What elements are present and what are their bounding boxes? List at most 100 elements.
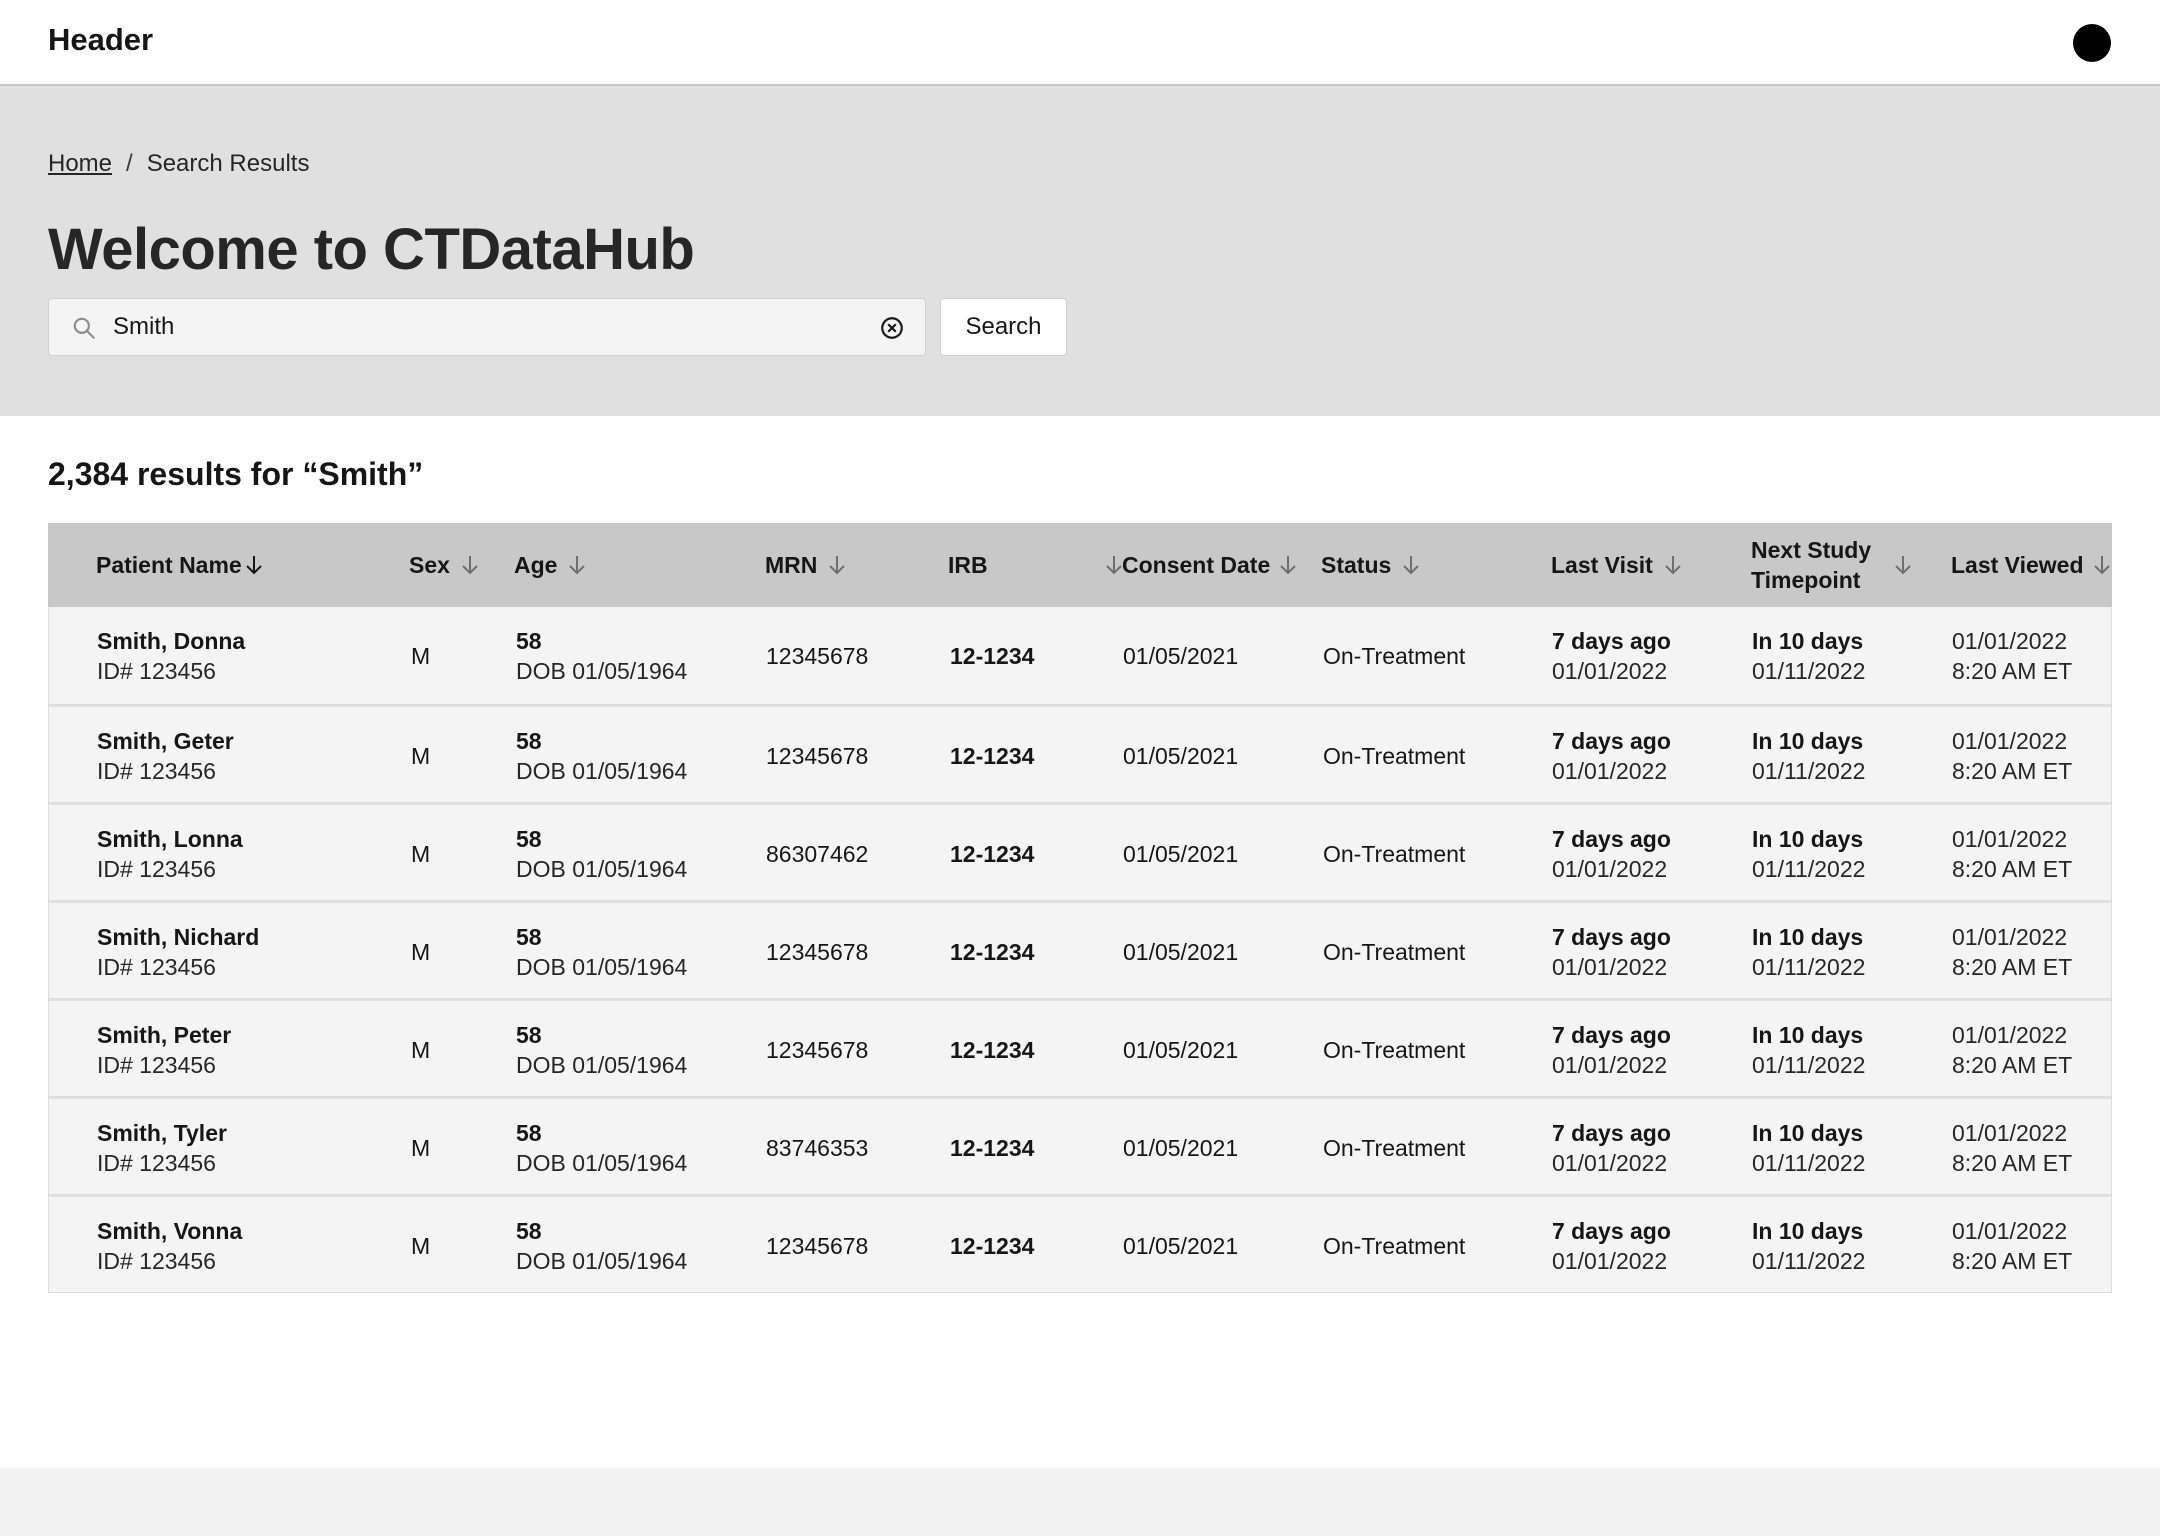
- hero-section: Home / Search Results Welcome to CTDataH…: [0, 86, 2160, 416]
- next-timepoint-date: 01/11/2022: [1752, 1052, 1866, 1078]
- patient-name[interactable]: Smith, Peter: [97, 1020, 231, 1050]
- sort-arrow-down-icon: [829, 556, 846, 575]
- cell-last-viewed: 01/01/2022 8:20 AM ET: [1952, 707, 2072, 805]
- table-row[interactable]: Smith, Vonna ID# 123456 M 58 DOB 01/05/1…: [48, 1195, 2112, 1293]
- column-header-last-viewed[interactable]: Last Viewed: [1951, 523, 2112, 607]
- cell-last-visit: 7 days ago 01/01/2022: [1552, 1001, 1671, 1099]
- column-header-patient-name[interactable]: Patient Name: [96, 523, 264, 607]
- cell-last-visit: 7 days ago 01/01/2022: [1552, 903, 1671, 1001]
- last-visit-date: 01/01/2022: [1552, 1052, 1668, 1078]
- cell-mrn: 12345678: [766, 1001, 868, 1099]
- avatar[interactable]: [2073, 24, 2111, 62]
- breadcrumb-separator: /: [126, 150, 133, 177]
- patient-age: 58: [516, 728, 542, 754]
- patient-name[interactable]: Smith, Vonna: [97, 1216, 242, 1246]
- last-visit-date: 01/01/2022: [1552, 1248, 1668, 1274]
- next-timepoint-date: 01/11/2022: [1752, 954, 1866, 980]
- search-input[interactable]: [113, 299, 863, 355]
- sort-arrow-down-icon: [1403, 556, 1420, 575]
- table-header: Patient Name Sex Age MRN IRB Consent Dat…: [48, 523, 2112, 607]
- column-header-sex[interactable]: Sex: [409, 523, 480, 607]
- consent-date: 01/05/2021: [1123, 743, 1239, 769]
- column-header-consent-date[interactable]: Consent Date: [1122, 523, 1298, 607]
- cell-mrn: 12345678: [766, 1197, 868, 1295]
- patient-dob: DOB 01/05/1964: [516, 954, 688, 980]
- cell-status: On-Treatment: [1323, 607, 1465, 705]
- patient-name[interactable]: Smith, Tyler: [97, 1118, 227, 1148]
- search-field[interactable]: [48, 298, 926, 356]
- cell-patient-name[interactable]: Smith, Lonna ID# 123456: [97, 805, 243, 903]
- cell-next-study-timepoint: In 10 days 01/11/2022: [1752, 1001, 1865, 1099]
- cell-sex: M: [411, 805, 430, 903]
- cell-last-viewed: 01/01/2022 8:20 AM ET: [1952, 903, 2072, 1001]
- next-timepoint-relative: In 10 days: [1752, 826, 1864, 852]
- patient-name[interactable]: Smith, Nichard: [97, 922, 259, 952]
- patient-name[interactable]: Smith, Donna: [97, 626, 245, 656]
- header-title: Header: [48, 22, 154, 57]
- cell-sex: M: [411, 903, 430, 1001]
- patient-sex: M: [411, 939, 431, 965]
- column-header-last-visit[interactable]: Last Visit: [1551, 523, 1683, 607]
- cell-patient-name[interactable]: Smith, Peter ID# 123456: [97, 1001, 231, 1099]
- column-label: Last Viewed: [1951, 552, 2084, 578]
- column-header-irb[interactable]: IRB: [948, 523, 1128, 607]
- cell-consent-date: 01/05/2021: [1123, 805, 1238, 903]
- column-label: Consent Date: [1122, 552, 1271, 578]
- patient-irb: 12-1234: [950, 1037, 1035, 1063]
- table-row[interactable]: Smith, Nichard ID# 123456 M 58 DOB 01/05…: [48, 901, 2112, 999]
- cell-age: 58 DOB 01/05/1964: [516, 1197, 687, 1295]
- patient-mrn: 12345678: [766, 1233, 869, 1259]
- last-viewed-date: 01/01/2022: [1952, 628, 2068, 654]
- cell-irb: 12-1234: [950, 607, 1034, 705]
- table-body: Smith, Donna ID# 123456 M 58 DOB 01/05/1…: [48, 607, 2112, 1293]
- table-row[interactable]: Smith, Geter ID# 123456 M 58 DOB 01/05/1…: [48, 705, 2112, 803]
- column-label: Patient Name: [96, 552, 242, 578]
- clear-circle-icon[interactable]: [879, 315, 905, 341]
- last-viewed-date: 01/01/2022: [1952, 1218, 2068, 1244]
- patient-id: ID# 123456: [97, 658, 216, 684]
- column-header-next-study-timepoint[interactable]: Next Study Timepoint: [1751, 523, 1941, 607]
- column-label: Age: [514, 552, 558, 578]
- cell-next-study-timepoint: In 10 days 01/11/2022: [1752, 1197, 1865, 1295]
- column-header-mrn[interactable]: MRN: [765, 523, 847, 607]
- consent-date: 01/05/2021: [1123, 1233, 1239, 1259]
- cell-patient-name[interactable]: Smith, Vonna ID# 123456: [97, 1197, 242, 1295]
- sort-arrow-down-icon: [1280, 556, 1296, 575]
- patient-status: On-Treatment: [1323, 1233, 1466, 1259]
- cell-mrn: 12345678: [766, 707, 868, 805]
- cell-sex: M: [411, 607, 430, 705]
- cell-consent-date: 01/05/2021: [1123, 1001, 1238, 1099]
- patient-sex: M: [411, 841, 431, 867]
- patient-age: 58: [516, 1218, 542, 1244]
- table-row[interactable]: Smith, Donna ID# 123456 M 58 DOB 01/05/1…: [48, 607, 2112, 705]
- patient-mrn: 83746353: [766, 1135, 869, 1161]
- breadcrumb-home-link[interactable]: Home: [48, 150, 112, 178]
- last-viewed-time: 8:20 AM ET: [1952, 1052, 2073, 1078]
- patient-age: 58: [516, 924, 542, 950]
- column-header-age[interactable]: Age: [514, 523, 587, 607]
- cell-patient-name[interactable]: Smith, Geter ID# 123456: [97, 707, 234, 805]
- cell-status: On-Treatment: [1323, 1099, 1465, 1197]
- table-row[interactable]: Smith, Tyler ID# 123456 M 58 DOB 01/05/1…: [48, 1097, 2112, 1195]
- patient-dob: DOB 01/05/1964: [516, 1150, 688, 1176]
- cell-patient-name[interactable]: Smith, Donna ID# 123456: [97, 607, 245, 705]
- cell-status: On-Treatment: [1323, 1197, 1465, 1295]
- column-header-status[interactable]: Status: [1321, 523, 1421, 607]
- cell-patient-name[interactable]: Smith, Tyler ID# 123456: [97, 1099, 227, 1197]
- patient-irb: 12-1234: [950, 743, 1035, 769]
- patient-name[interactable]: Smith, Geter: [97, 726, 234, 756]
- patient-id: ID# 123456: [97, 1150, 216, 1176]
- sort-arrow-down-icon: [246, 556, 262, 575]
- search-button[interactable]: Search: [940, 298, 1067, 356]
- last-viewed-date: 01/01/2022: [1952, 1022, 2068, 1048]
- patient-name[interactable]: Smith, Lonna: [97, 824, 243, 854]
- cell-patient-name[interactable]: Smith, Nichard ID# 123456: [97, 903, 259, 1001]
- patient-id: ID# 123456: [97, 1052, 216, 1078]
- last-visit-date: 01/01/2022: [1552, 954, 1668, 980]
- table-row[interactable]: Smith, Peter ID# 123456 M 58 DOB 01/05/1…: [48, 999, 2112, 1097]
- patient-irb: 12-1234: [950, 841, 1035, 867]
- cell-last-visit: 7 days ago 01/01/2022: [1552, 607, 1671, 705]
- table-row[interactable]: Smith, Lonna ID# 123456 M 58 DOB 01/05/1…: [48, 803, 2112, 901]
- next-timepoint-date: 01/11/2022: [1752, 658, 1866, 684]
- cell-last-viewed: 01/01/2022 8:20 AM ET: [1952, 805, 2072, 903]
